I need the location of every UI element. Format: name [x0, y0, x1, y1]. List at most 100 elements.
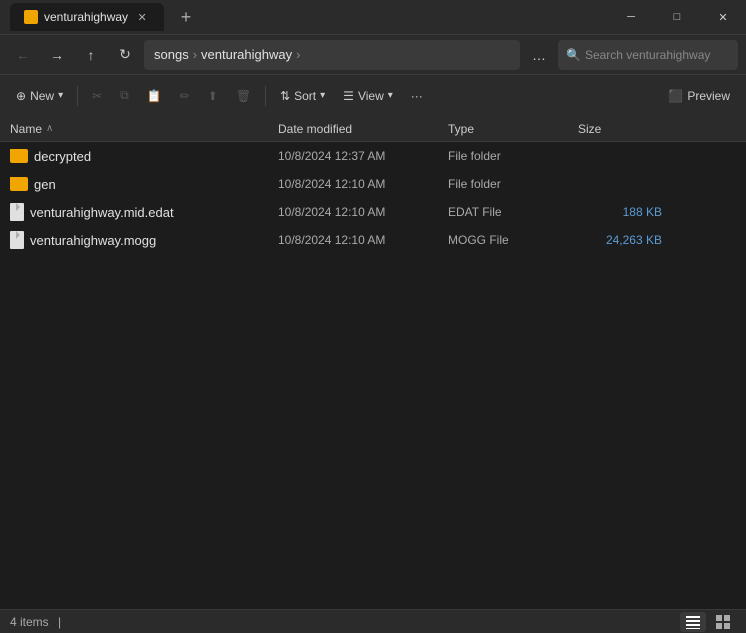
file-list: decrypted 10/8/2024 12:37 AM File folder… [0, 142, 746, 609]
navigation-bar: ← → ↑ ↻ songs › venturahighway › … 🔍 Sea… [0, 34, 746, 74]
forward-button[interactable]: → [42, 40, 72, 70]
more-options-button[interactable]: ··· [403, 80, 431, 112]
delete-button[interactable]: 🗑 [228, 80, 259, 112]
share-icon: ⬆ [208, 89, 218, 103]
up-button[interactable]: ↑ [76, 40, 106, 70]
copy-icon: ⧉ [120, 88, 129, 103]
file-name: gen [0, 177, 270, 192]
item-count: 4 items | [10, 615, 67, 629]
rename-icon: ✏ [180, 89, 190, 103]
col-name-label: Name [10, 122, 42, 136]
copy-button[interactable]: ⧉ [112, 80, 137, 112]
titlebar: venturahighway ✕ + ─ □ ✕ [0, 0, 746, 34]
sort-icon: ⇅ [280, 89, 290, 103]
tab-folder-icon [24, 10, 38, 24]
sort-button[interactable]: ⇅ Sort ▾ [272, 80, 333, 112]
preview-label: Preview [687, 89, 730, 103]
col-size-label: Size [578, 122, 601, 136]
file-type: File folder [440, 149, 570, 163]
new-button[interactable]: ⊕ New ▾ [8, 80, 71, 112]
new-dropdown-icon: ▾ [58, 90, 63, 101]
col-date-label: Date modified [278, 122, 352, 136]
view-toggles [680, 612, 736, 632]
active-tab[interactable]: venturahighway ✕ [10, 3, 164, 31]
back-button[interactable]: ← [8, 40, 38, 70]
folder-icon [10, 177, 28, 191]
file-type: File folder [440, 177, 570, 191]
file-area: Name ∧ Date modified Type Size decrypted… [0, 116, 746, 609]
share-button[interactable]: ⬆ [200, 80, 226, 112]
breadcrumb-venturahighway[interactable]: venturahighway [201, 47, 292, 62]
separator-1 [77, 86, 78, 106]
table-row[interactable]: decrypted 10/8/2024 12:37 AM File folder [0, 142, 746, 170]
status-bar: 4 items | [0, 609, 746, 633]
file-name-text: venturahighway.mid.edat [30, 205, 174, 220]
file-size: 188 KB [570, 205, 670, 219]
view-dropdown-icon: ▾ [388, 90, 393, 101]
view-button[interactable]: ☰ View ▾ [335, 80, 401, 112]
search-placeholder: Search venturahighway [585, 48, 710, 62]
file-date: 10/8/2024 12:10 AM [270, 233, 440, 247]
table-row[interactable]: venturahighway.mid.edat 10/8/2024 12:10 … [0, 198, 746, 226]
sort-indicator: ∧ [46, 123, 53, 134]
col-name-header[interactable]: Name ∧ [0, 122, 270, 136]
breadcrumb-songs[interactable]: songs [154, 47, 189, 62]
file-size: 24,263 KB [570, 233, 670, 247]
new-tab-button[interactable]: + [172, 3, 200, 31]
refresh-button[interactable]: ↻ [110, 40, 140, 70]
search-bar[interactable]: 🔍 Search venturahighway [558, 40, 738, 70]
cut-icon: ✂ [92, 89, 102, 103]
view-icon: ☰ [343, 89, 354, 103]
file-icon [10, 203, 24, 221]
details-view-button[interactable] [680, 612, 706, 632]
file-icon [10, 231, 24, 249]
grid-view-button[interactable] [710, 612, 736, 632]
delete-icon: 🗑 [236, 89, 251, 103]
close-button[interactable]: ✕ [700, 0, 746, 34]
tab-close-button[interactable]: ✕ [134, 9, 150, 25]
preview-button[interactable]: ⬛ Preview [660, 80, 738, 112]
tab-title: venturahighway [44, 10, 128, 24]
more-icon: ··· [411, 89, 423, 103]
titlebar-left: venturahighway ✕ + [10, 3, 200, 31]
file-name: venturahighway.mid.edat [0, 203, 270, 221]
view-label: View [358, 89, 384, 103]
paste-button[interactable]: 📋 [139, 80, 170, 112]
new-icon: ⊕ [16, 89, 26, 103]
status-separator: | [58, 615, 61, 629]
new-label: New [30, 89, 54, 103]
file-name-text: gen [34, 177, 56, 192]
col-type-header[interactable]: Type [440, 122, 570, 136]
window-controls: ─ □ ✕ [608, 0, 746, 34]
file-name: decrypted [0, 149, 270, 164]
search-icon: 🔍 [566, 48, 581, 62]
file-type: EDAT File [440, 205, 570, 219]
file-date: 10/8/2024 12:10 AM [270, 205, 440, 219]
cut-button[interactable]: ✂ [84, 80, 110, 112]
file-name: venturahighway.mogg [0, 231, 270, 249]
table-row[interactable]: gen 10/8/2024 12:10 AM File folder [0, 170, 746, 198]
rename-button[interactable]: ✏ [172, 80, 198, 112]
file-date: 10/8/2024 12:37 AM [270, 149, 440, 163]
col-type-label: Type [448, 122, 474, 136]
file-name-text: decrypted [34, 149, 91, 164]
preview-icon: ⬛ [668, 89, 683, 103]
sort-label: Sort [294, 89, 316, 103]
col-size-header[interactable]: Size [570, 122, 670, 136]
table-row[interactable]: venturahighway.mogg 10/8/2024 12:10 AM M… [0, 226, 746, 254]
breadcrumb-separator-1: › [193, 47, 197, 62]
file-name-text: venturahighway.mogg [30, 233, 156, 248]
breadcrumb-separator-2: › [296, 47, 300, 62]
minimize-button[interactable]: ─ [608, 0, 654, 34]
item-count-text: 4 items [10, 615, 49, 629]
sort-dropdown-icon: ▾ [320, 90, 325, 101]
paste-icon: 📋 [147, 89, 162, 103]
maximize-button[interactable]: □ [654, 0, 700, 34]
address-bar[interactable]: songs › venturahighway › [144, 40, 520, 70]
list-header: Name ∧ Date modified Type Size [0, 116, 746, 142]
more-nav-button[interactable]: … [524, 40, 554, 70]
separator-2 [265, 86, 266, 106]
file-type: MOGG File [440, 233, 570, 247]
col-date-header[interactable]: Date modified [270, 122, 440, 136]
folder-icon [10, 149, 28, 163]
